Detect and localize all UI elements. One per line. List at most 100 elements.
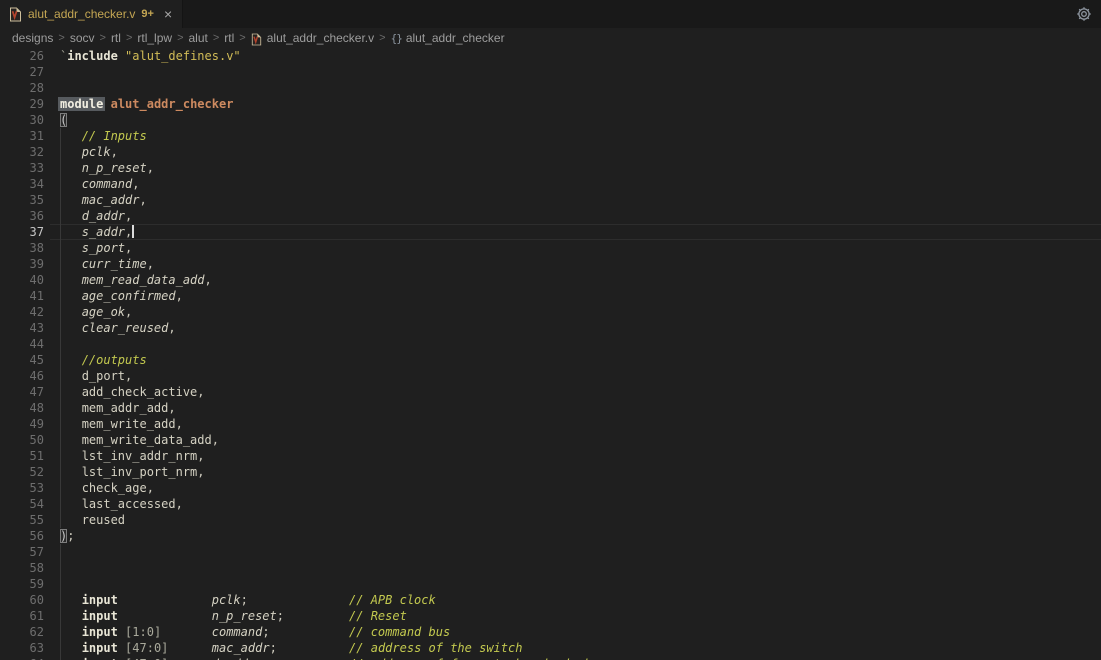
code-line[interactable]: 29module alut_addr_checker — [0, 96, 1101, 112]
line-number: 54 — [0, 496, 44, 512]
code-token — [60, 193, 82, 207]
code-line[interactable]: 50 mem_write_data_add, — [0, 432, 1101, 448]
text-cursor — [132, 224, 134, 238]
code-token: age_ok — [82, 305, 125, 319]
code-token: include — [67, 49, 118, 63]
chevron-right-icon: > — [177, 32, 183, 44]
code-line[interactable]: 51 lst_inv_addr_nrm, — [0, 448, 1101, 464]
code-token: , — [125, 241, 132, 255]
code-line[interactable]: 44 — [0, 336, 1101, 352]
code-line[interactable]: 37 s_addr, — [0, 224, 1101, 240]
code-line[interactable]: 30( — [0, 112, 1101, 128]
code-line-content: module alut_addr_checker — [60, 96, 233, 112]
code-token: mac_addr — [212, 641, 270, 655]
code-line-content: mem_read_data_add, — [60, 272, 212, 288]
code-line[interactable]: 31 // Inputs — [0, 128, 1101, 144]
code-line[interactable]: 62 input [1:0] command; // command bus — [0, 624, 1101, 640]
code-line[interactable]: 34 command, — [0, 176, 1101, 192]
close-icon[interactable]: × — [164, 7, 172, 21]
line-number: 27 — [0, 64, 44, 80]
verilog-file-icon — [9, 7, 22, 22]
code-line[interactable]: 58 — [0, 560, 1101, 576]
code-line[interactable]: 26`include "alut_defines.v" — [0, 48, 1101, 64]
line-number: 60 — [0, 592, 44, 608]
code-line[interactable]: 32 pclk, — [0, 144, 1101, 160]
code-token: add_check_active — [82, 385, 198, 399]
code-line[interactable]: 48 mem_addr_add, — [0, 400, 1101, 416]
code-token: pclk — [82, 145, 111, 159]
code-line-content: lst_inv_addr_nrm, — [60, 448, 205, 464]
code-line[interactable]: 45 //outputs — [0, 352, 1101, 368]
code-line-content: // Inputs — [60, 128, 147, 144]
code-token: , — [147, 481, 154, 495]
chevron-right-icon: > — [379, 32, 385, 44]
code-token: , — [168, 321, 175, 335]
tab-alut-addr-checker[interactable]: alut_addr_checker.v 9+ × — [0, 0, 183, 28]
code-line-content: check_age, — [60, 480, 154, 496]
breadcrumb-file[interactable]: alut_addr_checker.v — [267, 31, 374, 45]
code-line[interactable]: 47 add_check_active, — [0, 384, 1101, 400]
code-line[interactable]: 38 s_port, — [0, 240, 1101, 256]
code-token — [60, 385, 82, 399]
code-line-content: age_ok, — [60, 304, 132, 320]
code-line[interactable]: 56); — [0, 528, 1101, 544]
line-number: 62 — [0, 624, 44, 640]
code-editor[interactable]: 26`include "alut_defines.v"272829module … — [0, 48, 1101, 660]
code-token: last_accessed — [82, 497, 176, 511]
line-number: 45 — [0, 352, 44, 368]
code-line[interactable]: 36 d_addr, — [0, 208, 1101, 224]
breadcrumb-item-rtl_lpw[interactable]: rtl_lpw — [137, 31, 172, 45]
code-line[interactable]: 54 last_accessed, — [0, 496, 1101, 512]
line-number: 47 — [0, 384, 44, 400]
code-token: , — [197, 449, 204, 463]
line-number: 43 — [0, 320, 44, 336]
code-token: // Inputs — [82, 129, 147, 143]
line-number: 44 — [0, 336, 44, 352]
code-line[interactable]: 52 lst_inv_port_nrm, — [0, 464, 1101, 480]
code-line[interactable]: 55 reused — [0, 512, 1101, 528]
code-token — [60, 353, 82, 367]
line-number: 48 — [0, 400, 44, 416]
breadcrumb-item-alut[interactable]: alut — [189, 31, 208, 45]
code-token: , — [197, 385, 204, 399]
line-number: 28 — [0, 80, 44, 96]
code-token: , — [168, 401, 175, 415]
line-number: 33 — [0, 160, 44, 176]
code-line-content: age_confirmed, — [60, 288, 183, 304]
code-token: , — [132, 177, 139, 191]
breadcrumb-item-rtl[interactable]: rtl — [111, 31, 121, 45]
breadcrumb-symbol[interactable]: alut_addr_checker — [406, 31, 505, 45]
code-line[interactable]: 61 input n_p_reset; // Reset — [0, 608, 1101, 624]
code-line[interactable]: 41 age_confirmed, — [0, 288, 1101, 304]
breadcrumb-item-designs[interactable]: designs — [12, 31, 53, 45]
code-line[interactable]: 42 age_ok, — [0, 304, 1101, 320]
code-line[interactable]: 64 input [47:0] d_addr; // address of fr… — [0, 656, 1101, 660]
code-token: input — [82, 625, 118, 639]
code-line[interactable]: 46 d_port, — [0, 368, 1101, 384]
code-token — [60, 177, 82, 191]
code-line[interactable]: 35 mac_addr, — [0, 192, 1101, 208]
code-token — [60, 465, 82, 479]
code-token: , — [147, 161, 154, 175]
line-number: 63 — [0, 640, 44, 656]
symbol-braces-icon: {} — [391, 32, 402, 45]
code-line[interactable]: 53 check_age, — [0, 480, 1101, 496]
breadcrumb-item-rtl[interactable]: rtl — [224, 31, 234, 45]
code-line[interactable]: 39 curr_time, — [0, 256, 1101, 272]
code-line[interactable]: 57 — [0, 544, 1101, 560]
tab-title: alut_addr_checker.v — [28, 7, 135, 21]
code-token: lst_inv_port_nrm — [82, 465, 198, 479]
breadcrumb-item-socv[interactable]: socv — [70, 31, 95, 45]
code-line[interactable]: 49 mem_write_add, — [0, 416, 1101, 432]
code-line[interactable]: 43 clear_reused, — [0, 320, 1101, 336]
code-line[interactable]: 63 input [47:0] mac_addr; // address of … — [0, 640, 1101, 656]
code-line[interactable]: 40 mem_read_data_add, — [0, 272, 1101, 288]
code-line[interactable]: 59 — [0, 576, 1101, 592]
line-number: 51 — [0, 448, 44, 464]
code-line-content: add_check_active, — [60, 384, 205, 400]
code-line[interactable]: 60 input pclk; // APB clock — [0, 592, 1101, 608]
settings-gear-icon[interactable] — [1076, 6, 1092, 22]
code-line[interactable]: 28 — [0, 80, 1101, 96]
code-line[interactable]: 27 — [0, 64, 1101, 80]
code-line[interactable]: 33 n_p_reset, — [0, 160, 1101, 176]
